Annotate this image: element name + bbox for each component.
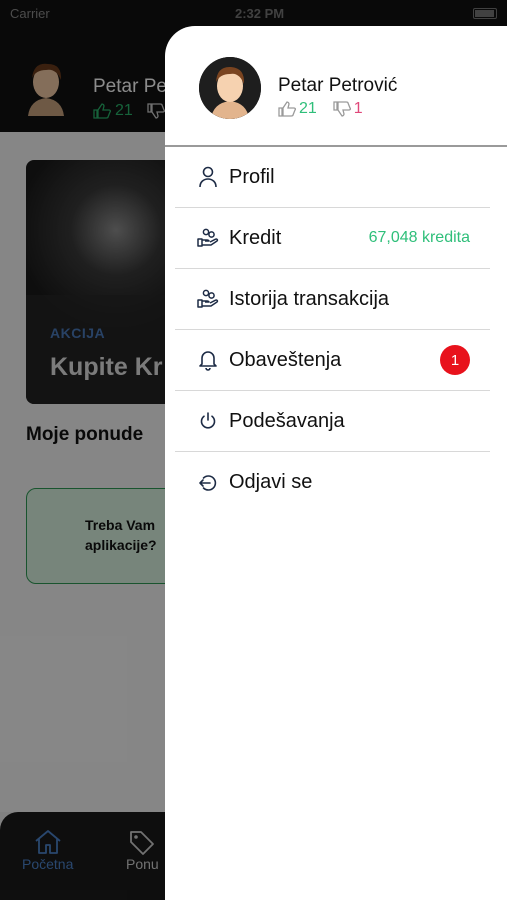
user-name: Petar Petrović [278,75,398,96]
power-icon [197,410,219,432]
menu-item-istorija-transakcija[interactable]: Istorija transakcija [175,269,490,330]
drawer-profile[interactable]: Petar Petrović 21 1 [165,26,507,146]
hand-coins-icon [197,288,219,310]
menu-item-podesavanja[interactable]: Podešavanja [175,391,490,452]
menu-item-label: Profil [229,165,275,188]
drawer-menu: Profil Kredit 67,048 kredita Istorija tr… [175,147,490,513]
menu-item-label: Obaveštenja [229,348,342,371]
menu-item-label: Istorija transakcija [229,287,390,310]
thumbs-up-icon [278,101,296,117]
thumbs-down-icon [333,101,351,117]
avatar [199,57,261,119]
dislikes-count: 1 [353,100,363,117]
user-icon [197,166,219,188]
bell-icon [197,349,219,371]
user-photo [199,57,261,119]
menu-item-label: Kredit [229,226,282,249]
notification-badge: 1 [440,345,470,375]
likes: 21 [278,100,317,118]
menu-item-label: Podešavanja [229,409,345,432]
app-screen: Carrier 2:32 PM Petar Pe 21 AKCIJA Kupit… [0,0,507,900]
hand-coins-icon [197,227,219,249]
likes-count: 21 [299,100,317,117]
user-ratings: 21 1 [278,100,363,118]
menu-item-obavestenja[interactable]: Obaveštenja 1 [175,330,490,391]
logout-icon [197,472,219,494]
menu-item-odjavi-se[interactable]: Odjavi se [175,452,490,513]
menu-item-profil[interactable]: Profil [175,147,490,208]
side-drawer: Petar Petrović 21 1 Profil Kredit 67,048… [165,26,507,900]
menu-item-kredit[interactable]: Kredit 67,048 kredita [175,208,490,269]
menu-item-label: Odjavi se [229,471,313,493]
dislikes: 1 [333,100,363,118]
credit-balance: 67,048 kredita [368,229,470,246]
